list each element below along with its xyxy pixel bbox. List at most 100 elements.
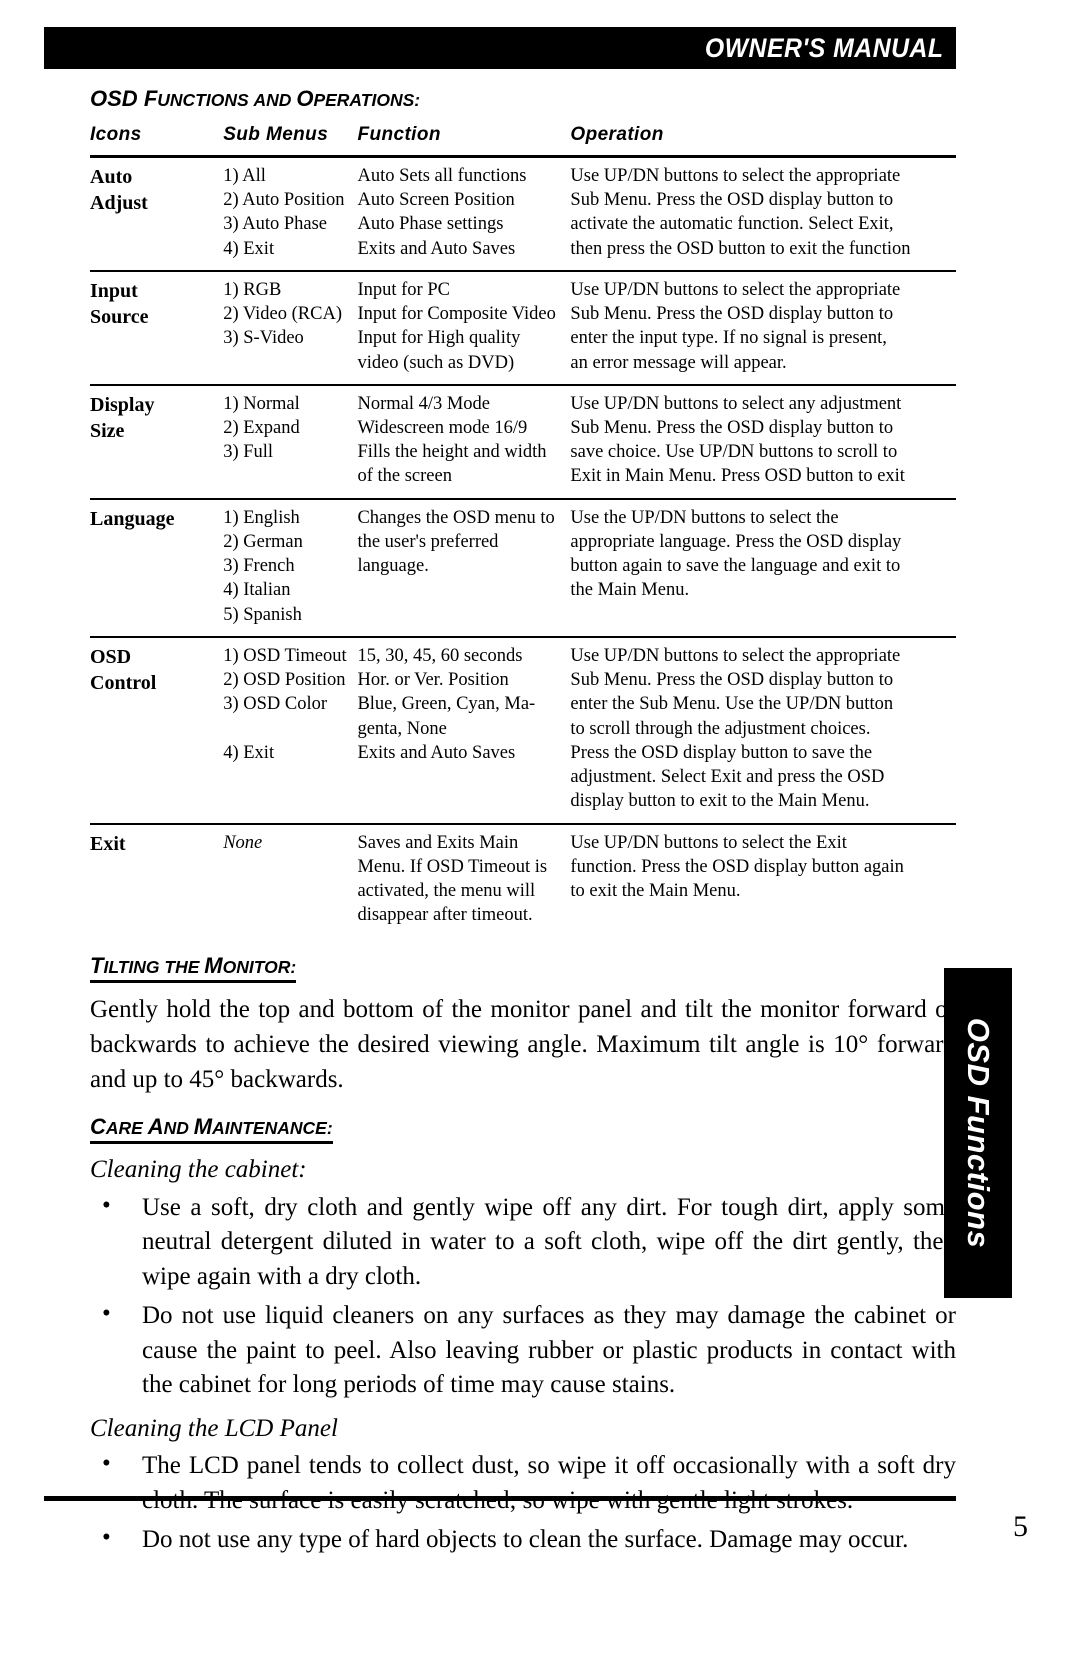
function-line: Hor. or Ver. Position (357, 670, 509, 691)
cell-operation: Use UP/DN buttons to select any adjustme… (570, 385, 956, 499)
sub-menu-line: 4) Exit (223, 238, 275, 259)
function-line: video (such as DVD) (357, 352, 515, 373)
sub-menu-line: 1) RGB (223, 279, 282, 300)
sub-menu-line: 4) Exit (223, 742, 275, 763)
sub-menu-line: 2) OSD Position (223, 670, 346, 691)
care-section: CARE AND MAINTENANCE: Cleaning the cabin… (90, 1114, 956, 1558)
heading-part-m2: M (193, 1114, 213, 1140)
header-bar: OWNER'S MANUAL (44, 27, 956, 69)
table-header-row: Icons Sub Menus Function Operation (90, 123, 956, 157)
heading-part-t: T (90, 953, 104, 979)
heading-part-c: C (90, 1114, 106, 1140)
heading-part-perations: PERATIONS: (313, 90, 421, 110)
heading-part-ilting: ILTING (103, 957, 160, 978)
heading-part-nd: ND (163, 1118, 189, 1139)
cell-sub-menus: 1) OSD Timeout 2) OSD Position 3) OSD Co… (223, 637, 357, 824)
tilting-section: TILTING THE MONITOR: Gently hold the top… (90, 953, 956, 1097)
table-head: Icons Sub Menus Function Operation (90, 123, 956, 157)
operation-line: display button to exit to the Main Menu. (570, 791, 870, 812)
column-header-sub-menus: Sub Menus (223, 124, 329, 145)
function-line: Auto Sets all functions (357, 165, 527, 186)
operation-line: save choice. Use UP/DN buttons to scroll… (570, 442, 898, 463)
icon-line: Input (90, 279, 138, 302)
heading-part-onitor: ONITOR: (222, 957, 297, 978)
cleaning-lcd-subheading: Cleaning the LCD Panel (90, 1414, 338, 1442)
operation-line: Exit in Main Menu. Press OSD button to e… (570, 466, 905, 487)
function-line: 15, 30, 45, 60 seconds (357, 645, 523, 666)
table-row: Input Source 1) RGB 2) Video (RCA) 3) S-… (90, 271, 956, 385)
sub-menu-line: 2) Auto Position (223, 190, 345, 211)
function-line: Input for PC (357, 279, 450, 300)
cell-operation: Use UP/DN buttons to select the appropri… (570, 271, 956, 385)
cell-function: Normal 4/3 Mode Widescreen mode 16/9 Fil… (357, 385, 570, 499)
operation-line: function. Press the OSD display button a… (570, 856, 904, 877)
sub-menu-line: 1) OSD Timeout (223, 645, 347, 666)
operation-line: to exit the Main Menu. (570, 880, 741, 901)
content-column: OSD FUNCTIONS AND OPERATIONS: Icons Sub … (90, 86, 956, 1563)
function-line: Normal 4/3 Mode (357, 393, 491, 414)
side-tab-label: OSD Functions (961, 1017, 996, 1249)
operation-line: Use the UP/DN buttons to select the (570, 507, 839, 528)
cell-operation: Use UP/DN buttons to select the Exit fun… (570, 824, 956, 937)
cell-function: 15, 30, 45, 60 seconds Hor. or Ver. Posi… (357, 637, 570, 824)
tilting-paragraph: Gently hold the top and bottom of the mo… (90, 996, 956, 1094)
column-header-icons: Icons (90, 124, 142, 145)
cell-sub-menus: 1) RGB 2) Video (RCA) 3) S-Video (223, 271, 357, 385)
cell-icon: Exit (90, 824, 223, 937)
lcd-bullet-list: The LCD panel tends to collect dust, so … (90, 1447, 956, 1558)
function-line: Auto Screen Position (357, 190, 515, 211)
sub-menu-line: 1) English (223, 507, 300, 528)
icon-line: Auto (90, 165, 133, 188)
heading-part-and: AND (253, 90, 292, 110)
cell-icon: Language (90, 499, 223, 637)
icon-line: Adjust (90, 192, 148, 215)
operation-line: appropriate language. Press the OSD disp… (570, 531, 902, 552)
function-line: Blue, Green, Cyan, Ma- (357, 694, 536, 715)
sub-menu-line: 3) OSD Color (223, 694, 328, 715)
operation-line: Press the OSD display button to save the (570, 742, 873, 763)
icon-line: Control (90, 672, 157, 695)
function-line: Widescreen mode 16/9 (357, 417, 528, 438)
icon-line: Size (90, 420, 125, 443)
operation-line: enter the input type. If no signal is pr… (570, 328, 887, 349)
sub-menu-line: 4) Italian (223, 580, 291, 601)
heading-part-are: ARE (105, 1118, 143, 1139)
operation-line: activate the automatic function. Select … (570, 214, 894, 235)
cell-operation: Use UP/DN buttons to select the appropri… (570, 156, 956, 270)
footer-rule (44, 1496, 956, 1501)
icon-line: Language (90, 507, 175, 530)
operation-line: Use UP/DN buttons to select the appropri… (570, 165, 901, 186)
icon-line: Source (90, 306, 149, 329)
cell-icon: Display Size (90, 385, 223, 499)
function-line: Input for Composite Video (357, 304, 556, 325)
sub-menu-spacer (223, 717, 357, 741)
sub-menu-line: 3) French (223, 556, 295, 577)
care-heading: CARE AND MAINTENANCE: (90, 1114, 333, 1145)
list-item: The LCD panel tends to collect dust, so … (90, 1447, 956, 1518)
cell-function: Changes the OSD menu to the user's prefe… (357, 499, 570, 637)
function-line: the user's preferred (357, 531, 499, 552)
heading-part-f: F (143, 86, 158, 111)
cell-sub-menus: 1) English 2) German 3) French 4) Italia… (223, 499, 357, 637)
cell-function: Input for PC Input for Composite Video I… (357, 271, 570, 385)
operation-line: Use UP/DN buttons to select the appropri… (570, 279, 901, 300)
heading-part-osd: OSD (90, 86, 138, 111)
heading-part-m: M (204, 953, 223, 979)
sub-menu-line: 3) Auto Phase (223, 214, 328, 235)
table-row: Exit None Saves and Exits Main Menu. If … (90, 824, 956, 937)
heading-part-unctions: UNCTIONS (157, 90, 249, 110)
page-number: 5 (1013, 1510, 1028, 1543)
cell-icon: Auto Adjust (90, 156, 223, 270)
column-header-function: Function (357, 124, 441, 145)
cell-sub-menus: 1) Normal 2) Expand 3) Full (223, 385, 357, 499)
cell-function: Saves and Exits Main Menu. If OSD Timeou… (357, 824, 570, 937)
operation-line: Sub Menu. Press the OSD display button t… (570, 304, 894, 325)
cell-function: Auto Sets all functions Auto Screen Posi… (357, 156, 570, 270)
cleaning-cabinet-subheading: Cleaning the cabinet: (90, 1156, 307, 1184)
sub-menu-line: 3) S-Video (223, 328, 304, 349)
function-line: Auto Phase settings (357, 214, 504, 235)
function-line: Fills the height and width (357, 442, 547, 463)
table-row: OSD Control 1) OSD Timeout 2) OSD Positi… (90, 637, 956, 824)
list-item: Do not use liquid cleaners on any surfac… (90, 1297, 956, 1403)
table-body: Auto Adjust 1) All 2) Auto Position 3) A… (90, 156, 956, 936)
